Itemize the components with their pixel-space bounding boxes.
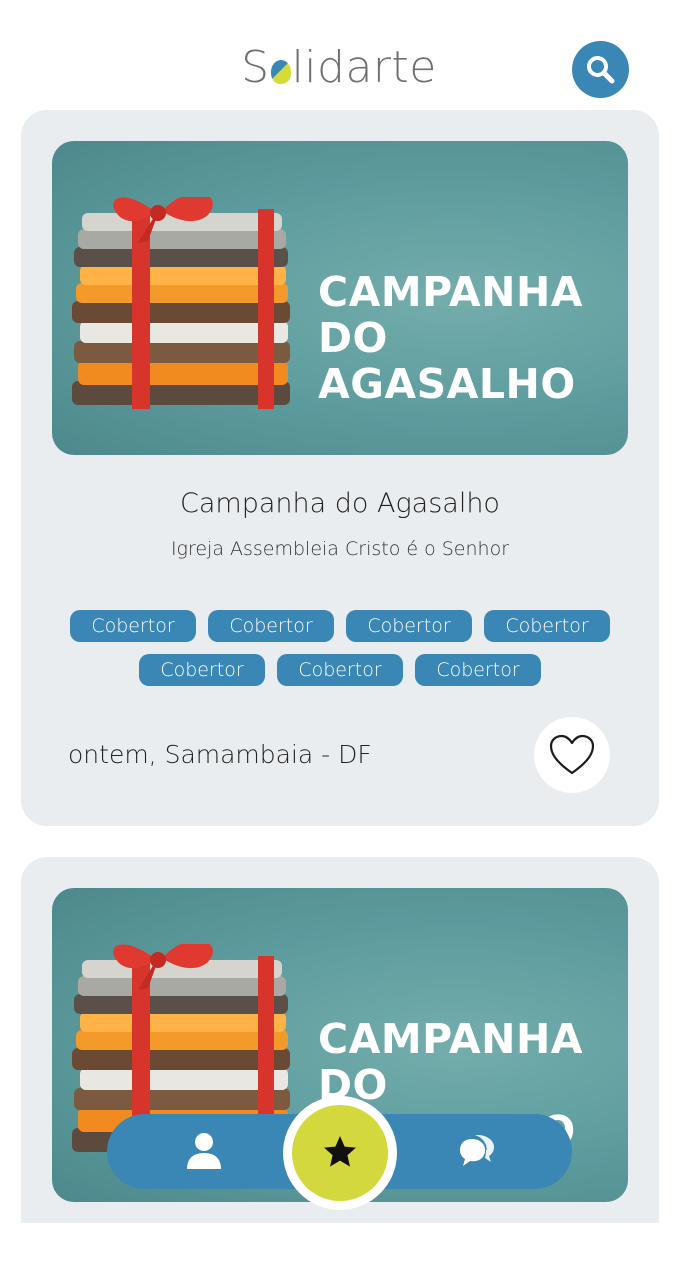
banner-line-1: CAMPANHA: [318, 268, 583, 316]
banner-line-1: CAMPANHA: [318, 1015, 583, 1063]
gift-clothes-illustration: [72, 197, 290, 409]
chat-bubbles-icon: [460, 1135, 494, 1166]
campaign-title: Campanha do Agasalho: [180, 488, 500, 519]
tag-chip[interactable]: Cobertor: [484, 610, 610, 642]
campaign-card[interactable]: CAMPANHA DO AGASALHO Campanha do Agasalh…: [21, 110, 659, 826]
search-button[interactable]: [572, 41, 629, 98]
tag-chip[interactable]: Cobertor: [139, 654, 265, 686]
campaign-date-location: ontem, Samambaia - DF: [68, 740, 372, 769]
nav-featured-button[interactable]: [292, 1105, 388, 1201]
nav-profile-button[interactable]: [185, 1131, 223, 1171]
banner-line-2: DO AGASALHO: [318, 314, 576, 408]
tag-chip[interactable]: Cobertor: [277, 654, 403, 686]
favorite-button[interactable]: [534, 717, 610, 793]
tag-list: Cobertor Cobertor Cobertor Cobertor Cobe…: [61, 610, 619, 686]
logo-prefix: S: [241, 42, 270, 93]
tag-chip[interactable]: Cobertor: [70, 610, 196, 642]
logo-suffix: lidarte: [291, 42, 437, 93]
star-icon: [324, 1136, 356, 1167]
tag-chip[interactable]: Cobertor: [415, 654, 541, 686]
search-icon: [587, 56, 615, 84]
campaign-organization: Igreja Assembleia Cristo é o Senhor: [170, 538, 510, 560]
tag-chip[interactable]: Cobertor: [208, 610, 334, 642]
banner-caption: CAMPANHA DO AGASALHO: [318, 269, 618, 407]
user-icon: [187, 1133, 221, 1169]
logo-drop-icon: [270, 60, 291, 84]
nav-featured-button-ring: [283, 1096, 397, 1210]
tag-chip[interactable]: Cobertor: [346, 610, 472, 642]
campaign-banner-image: CAMPANHA DO AGASALHO: [52, 141, 628, 455]
heart-outline-icon: [549, 734, 595, 775]
nav-chat-button[interactable]: [458, 1133, 496, 1171]
